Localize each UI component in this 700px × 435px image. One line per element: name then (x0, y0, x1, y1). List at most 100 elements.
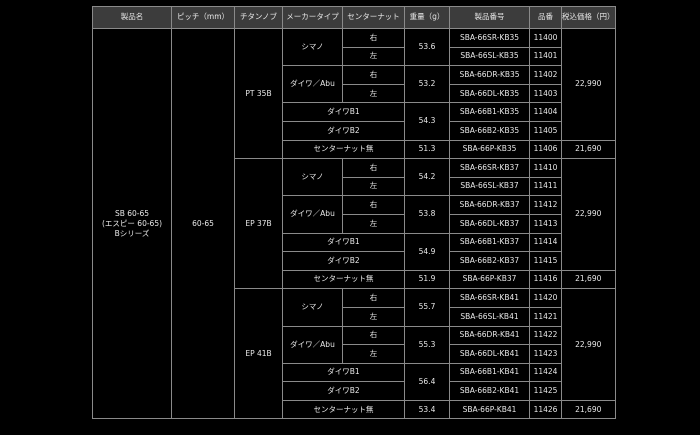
header-center-nut: センターナット (342, 6, 405, 29)
header-product-number: 製品番号 (449, 6, 530, 29)
code-cell: 11402 (529, 65, 562, 85)
knob-cell: EP 41B (234, 288, 283, 420)
code-cell: 11421 (529, 306, 562, 327)
maker-cell: シマノ (282, 158, 343, 197)
header-titanium-knob: チタンノブ (234, 6, 283, 29)
code-cell: 11424 (529, 362, 562, 383)
code-cell: 11404 (529, 102, 562, 122)
price-cell: 22,990 (561, 288, 616, 401)
nut-cell: 左 (342, 46, 405, 67)
weight-cell: 53.6 (404, 27, 450, 67)
maker-cell: ダイワ／Abu (282, 325, 343, 364)
code-cell: 11405 (529, 120, 562, 141)
code-cell: 11426 (529, 399, 562, 420)
code-cell: 11420 (529, 288, 562, 308)
maker-cell: ダイワ／Abu (282, 65, 343, 104)
code-cell: 11413 (529, 213, 562, 234)
sku-cell: SBA-66B1-KB35 (449, 102, 530, 122)
header-maker-type: メーカータイプ (282, 6, 343, 29)
knob-cell: PT 35B (234, 27, 283, 160)
weight-cell: 51.9 (404, 269, 450, 290)
nut-cell: 左 (342, 213, 405, 234)
maker-cell: ダイワB2 (282, 381, 405, 401)
sku-cell: SBA-66P-KB35 (449, 139, 530, 160)
pitch-cell: 60-65 (171, 27, 235, 420)
sku-cell: SBA-66B2-KB35 (449, 120, 530, 141)
maker-cell: センターナット無 (282, 269, 405, 290)
sku-cell: SBA-66B2-KB41 (449, 381, 530, 401)
nut-cell: 右 (342, 325, 405, 346)
code-cell: 11416 (529, 269, 562, 290)
code-cell: 11406 (529, 139, 562, 160)
code-cell: 11411 (529, 176, 562, 197)
sku-cell: SBA-66DL-KB35 (449, 83, 530, 104)
sku-cell: SBA-66DL-KB37 (449, 213, 530, 234)
code-cell: 11401 (529, 46, 562, 67)
code-cell: 11412 (529, 195, 562, 215)
sku-cell: SBA-66DL-KB41 (449, 344, 530, 364)
header-item-code: 品番 (529, 6, 562, 29)
maker-cell: ダイワB1 (282, 362, 405, 383)
code-cell: 11415 (529, 251, 562, 271)
product-name-cell: SB 60-65 (エスピー 60-65) Bシリーズ (92, 27, 172, 420)
weight-cell: 54.2 (404, 158, 450, 197)
sku-cell: SBA-66SR-KB41 (449, 288, 530, 308)
nut-cell: 左 (342, 344, 405, 364)
weight-cell: 54.9 (404, 232, 450, 271)
spec-table-container: 製品名 ピッチ（mm） チタンノブ メーカータイプ センターナット 重量（g） … (92, 6, 616, 420)
price-cell: 21,690 (561, 269, 616, 290)
spec-table: 製品名 ピッチ（mm） チタンノブ メーカータイプ センターナット 重量（g） … (92, 6, 616, 420)
weight-cell: 55.7 (404, 288, 450, 327)
code-cell: 11414 (529, 232, 562, 253)
product-name-line: SB 60-65 (114, 208, 150, 218)
code-cell: 11422 (529, 325, 562, 346)
nut-cell: 右 (342, 288, 405, 308)
weight-cell: 53.8 (404, 195, 450, 234)
maker-cell: センターナット無 (282, 399, 405, 420)
price-cell: 21,690 (561, 139, 616, 160)
sku-cell: SBA-66SL-KB37 (449, 176, 530, 197)
weight-cell: 51.3 (404, 139, 450, 160)
maker-cell: ダイワB1 (282, 102, 405, 122)
weight-cell: 56.4 (404, 362, 450, 401)
maker-cell: ダイワB2 (282, 251, 405, 271)
sku-cell: SBA-66SR-KB35 (449, 28, 530, 48)
sku-cell: SBA-66B2-KB37 (449, 251, 530, 271)
sku-cell: SBA-66DR-KB35 (449, 65, 530, 85)
sku-cell: SBA-66B1-KB41 (449, 362, 530, 383)
header-pitch: ピッチ（mm） (171, 6, 235, 29)
product-name-line: Bシリーズ (114, 228, 150, 238)
code-cell: 11425 (529, 381, 562, 401)
maker-cell: センターナット無 (282, 139, 405, 160)
price-cell: 21,690 (561, 399, 616, 420)
product-name-line: (エスピー 60-65) (101, 218, 163, 228)
maker-cell: ダイワ／Abu (282, 195, 343, 234)
price-cell: 22,990 (561, 158, 616, 271)
header-weight: 重量（g） (404, 6, 450, 29)
header-row: 製品名 ピッチ（mm） チタンノブ メーカータイプ センターナット 重量（g） … (92, 6, 616, 29)
sku-cell: SBA-66DR-KB41 (449, 325, 530, 346)
nut-cell: 左 (342, 306, 405, 327)
code-cell: 11403 (529, 83, 562, 104)
knob-cell: EP 37B (234, 158, 283, 290)
maker-cell: ダイワB1 (282, 232, 405, 253)
code-cell: 11423 (529, 344, 562, 364)
weight-cell: 55.3 (404, 325, 450, 364)
header-price: 税込価格（円） (561, 6, 616, 29)
nut-cell: 右 (342, 195, 405, 215)
code-cell: 11410 (529, 158, 562, 178)
header-product-name: 製品名 (92, 6, 172, 29)
code-cell: 11400 (529, 28, 562, 48)
weight-cell: 53.4 (404, 399, 450, 420)
sku-cell: SBA-66SR-KB37 (449, 158, 530, 178)
maker-cell: シマノ (282, 27, 343, 67)
nut-cell: 右 (342, 28, 405, 48)
sku-cell: SBA-66P-KB37 (449, 269, 530, 290)
nut-cell: 右 (342, 65, 405, 85)
weight-cell: 54.3 (404, 102, 450, 141)
weight-cell: 53.2 (404, 65, 450, 104)
sku-cell: SBA-66P-KB41 (449, 399, 530, 420)
sku-cell: SBA-66B1-KB37 (449, 232, 530, 253)
maker-cell: ダイワB2 (282, 120, 405, 141)
nut-cell: 右 (342, 158, 405, 178)
